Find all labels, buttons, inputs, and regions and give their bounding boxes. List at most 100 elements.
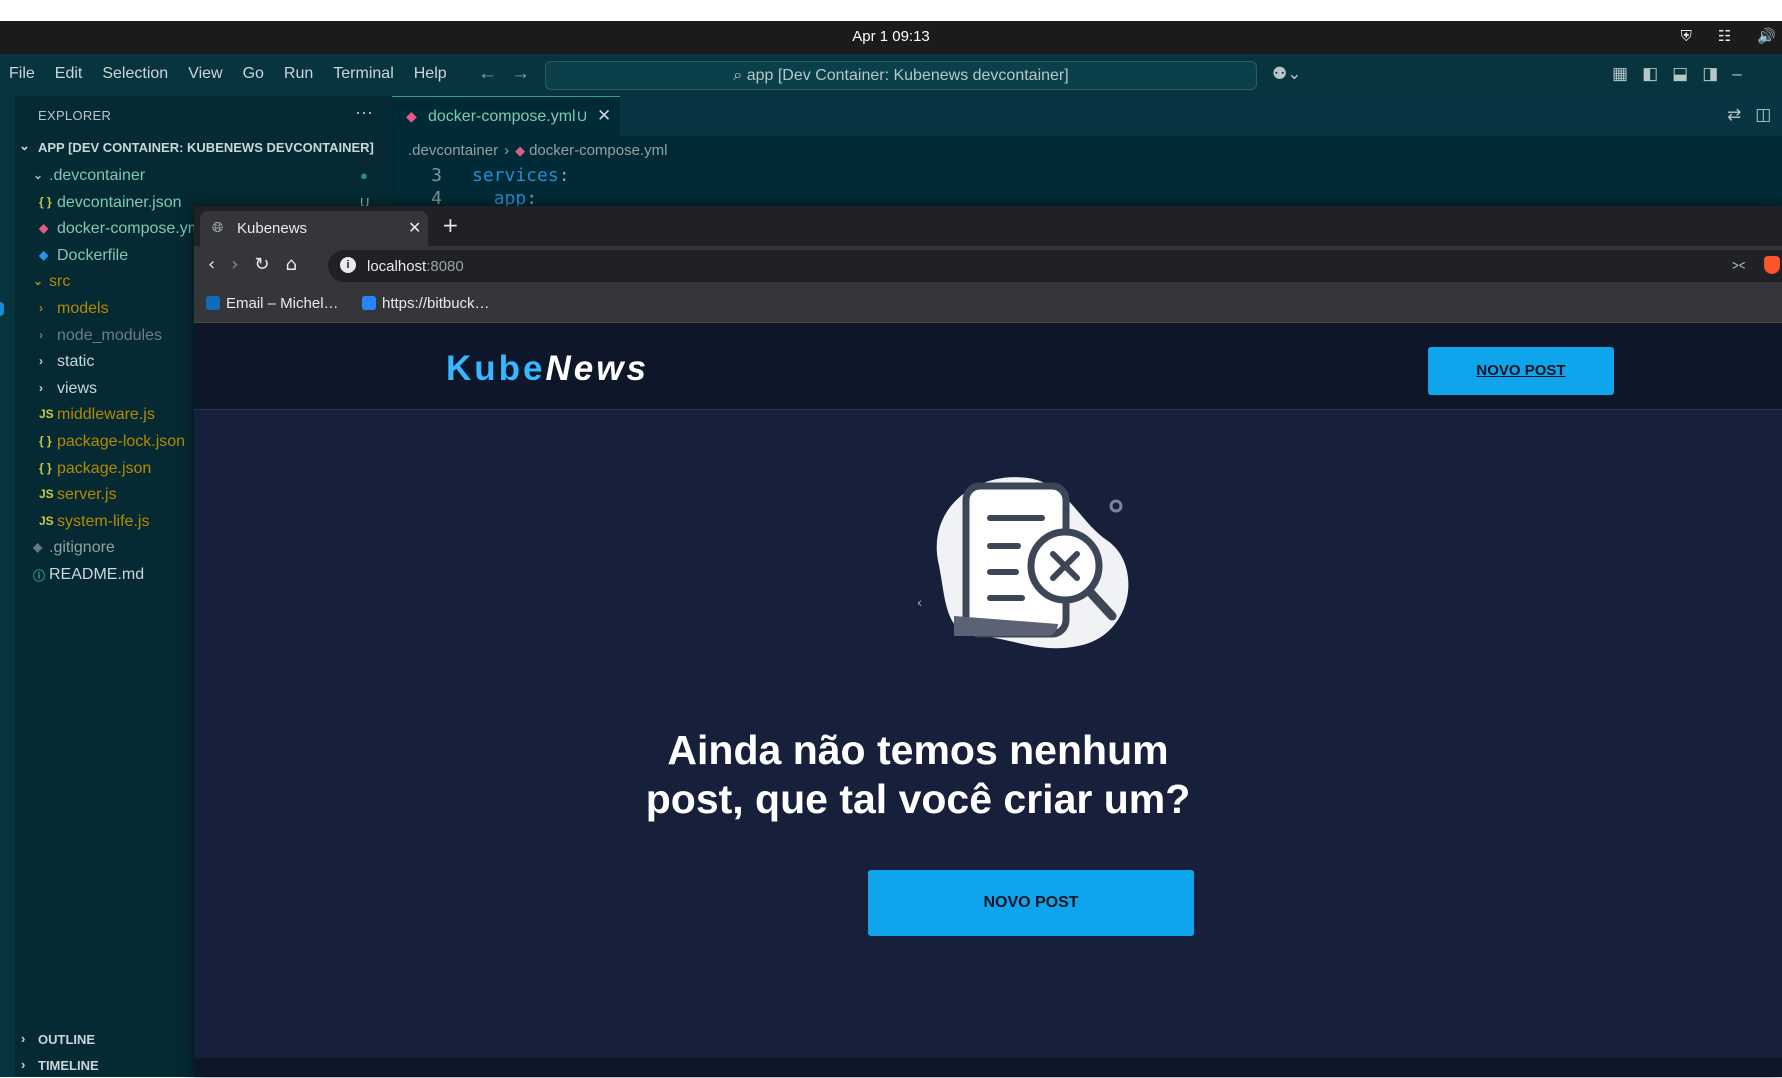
editor-tab-label: docker-compose.yml: [428, 108, 576, 125]
site-logo[interactable]: KubeNews: [446, 349, 649, 389]
reload-icon[interactable]: ↻: [254, 254, 269, 275]
tree-item-label: docker-compose.yml: [57, 220, 205, 238]
address-bar[interactable]: i localhost:8080 ⪥: [328, 250, 1782, 282]
split-editor-icon[interactable]: ◫: [1755, 105, 1771, 125]
search-icon: ⌕: [733, 67, 743, 84]
json-icon: { }: [39, 194, 52, 209]
back-icon[interactable]: ‹: [208, 254, 215, 275]
site-navbar: KubeNews NOVO POST: [194, 323, 1782, 410]
toggle-sidebar-icon[interactable]: ◧: [1642, 64, 1658, 84]
system-clock[interactable]: Apr 1 09:13: [0, 28, 1782, 45]
menu-selection[interactable]: Selection: [102, 65, 168, 83]
breadcrumb: .devcontainer › ◆ docker-compose.yml: [408, 142, 667, 159]
new-tab-button[interactable]: +: [442, 213, 459, 237]
docker-icon: ◆: [39, 221, 49, 236]
minimize-icon[interactable]: –: [1732, 64, 1741, 84]
menu-view[interactable]: View: [188, 65, 222, 83]
menu-edit[interactable]: Edit: [55, 65, 83, 83]
info-icon: ⓘ: [33, 569, 46, 583]
workspace-root[interactable]: ⌄ APP [DEV CONTAINER: KUBENEWS DEVCONTAI…: [15, 136, 392, 160]
tree-item-label: views: [57, 379, 98, 397]
toggle-panel-icon[interactable]: ⬓: [1672, 64, 1688, 84]
chevron-right-icon: ›: [504, 142, 510, 159]
bookmarks-bar: Email – Michel… https://bitbuck…: [194, 286, 1782, 323]
tree-item-label: devcontainer.json: [57, 193, 182, 211]
logo-kube: Kube: [446, 349, 546, 388]
address-text[interactable]: localhost:8080: [367, 258, 464, 275]
activity-indicator: [0, 302, 4, 316]
menu-go[interactable]: Go: [243, 65, 264, 83]
brave-shields-icon[interactable]: [1764, 256, 1780, 274]
explorer-title: EXPLORER: [38, 108, 112, 123]
browser-toolbar: ‹ › ↻ ⌂ i localhost:8080 ⪥: [194, 246, 1782, 286]
more-actions-icon[interactable]: ···: [355, 102, 373, 123]
system-tray[interactable]: ⛨ ☷ 🔊: [1681, 27, 1776, 45]
command-center-label: app [Dev Container: Kubenews devcontaine…: [746, 67, 1069, 84]
shield-icon[interactable]: ⛨: [1681, 27, 1692, 45]
chevron-down-icon: ⌄: [19, 138, 30, 153]
svg-text:x: x: [918, 598, 922, 609]
folder-item[interactable]: ⌄ .devcontainer ●: [15, 164, 392, 188]
js-icon: JS: [39, 487, 54, 502]
command-center[interactable]: ⌕ app [Dev Container: Kubenews devcontai…: [545, 61, 1257, 90]
menu-run[interactable]: Run: [284, 65, 313, 83]
layout-controls: ▦ ◧ ⬓ ◨ –: [1612, 64, 1742, 84]
address-port: :8080: [426, 258, 464, 275]
tree-item-label: node_modules: [57, 326, 162, 344]
menu-file[interactable]: File: [9, 65, 35, 83]
back-arrow-icon[interactable]: ←: [478, 63, 497, 85]
docker-icon: ◆: [515, 143, 526, 158]
tree-item-label: Dockerfile: [57, 246, 129, 264]
editor-actions: ⇄ ◫: [1727, 105, 1771, 125]
kubenews-page: KubeNews NOVO POST x Ainda não temos nen…: [194, 323, 1782, 1077]
js-icon: JS: [39, 407, 54, 422]
close-icon[interactable]: ✕: [408, 218, 421, 238]
empty-state-line-2: post, que tal você criar um?: [645, 776, 1191, 822]
menu-help[interactable]: Help: [414, 65, 447, 83]
docker-icon: ◆: [406, 108, 417, 124]
tree-item-label: src: [49, 273, 71, 291]
novo-post-cta-button[interactable]: NOVO POST: [868, 870, 1194, 936]
novo-post-nav-button[interactable]: NOVO POST: [1428, 347, 1614, 395]
vscode-title-bar: File Edit Selection View Go Run Terminal…: [0, 54, 1782, 96]
breadcrumb-file[interactable]: docker-compose.yml: [529, 142, 667, 159]
close-icon[interactable]: ✕: [597, 106, 611, 126]
outline-label: OUTLINE: [38, 1032, 96, 1047]
chevron-right-icon: ›: [39, 327, 43, 342]
site-info-icon[interactable]: i: [340, 257, 356, 273]
menu-terminal[interactable]: Terminal: [333, 65, 393, 83]
tree-item-label: package.json: [57, 459, 152, 477]
home-icon[interactable]: ⌂: [286, 254, 297, 275]
chevron-right-icon: ›: [39, 301, 43, 315]
logo-news: News: [545, 349, 649, 388]
open-changes-icon[interactable]: ⇄: [1727, 105, 1741, 125]
tree-item-label: package-lock.json: [57, 433, 186, 450]
volume-icon[interactable]: 🔊: [1757, 27, 1776, 45]
tree-item-label: README.md: [49, 566, 145, 583]
editor-tab-docker-compose[interactable]: ◆ docker-compose.yml U ✕: [392, 96, 620, 137]
chevron-right-icon: ›: [39, 354, 43, 369]
tree-item-label: static: [57, 353, 95, 371]
tree-item-label: server.js: [57, 486, 117, 504]
breadcrumb-folder[interactable]: .devcontainer: [408, 142, 498, 159]
browser-tab-kubenews[interactable]: 🌐︎ Kubenews ✕: [200, 211, 428, 246]
chevron-right-icon: ›: [21, 1057, 26, 1072]
forward-arrow-icon[interactable]: →: [511, 63, 530, 85]
network-icon[interactable]: ☷: [1718, 27, 1731, 45]
copilot-icon[interactable]: ⚉⌄: [1272, 64, 1301, 84]
bookmark-email[interactable]: Email – Michel…: [206, 295, 339, 312]
toggle-secondary-sidebar-icon[interactable]: ◨: [1702, 64, 1718, 84]
customize-layout-icon[interactable]: ▦: [1612, 64, 1628, 84]
forward-icon[interactable]: ›: [231, 254, 238, 275]
code-view[interactable]: 3 services: 4 app:: [392, 164, 569, 210]
empty-state-line-1: Ainda não temos nenhum: [667, 727, 1169, 773]
bookmark-bitbucket[interactable]: https://bitbuck…: [362, 295, 490, 312]
code-line: 3 services:: [392, 164, 569, 187]
untracked-badge: U: [577, 108, 588, 124]
share-icon[interactable]: ⪥: [1732, 256, 1745, 273]
no-posts-illustration: x: [918, 477, 1129, 649]
js-icon: JS: [39, 513, 54, 528]
json-icon: { }: [39, 460, 52, 475]
globe-icon: 🌐︎: [212, 219, 224, 235]
vscode-menu: File Edit Selection View Go Run Terminal…: [9, 65, 447, 83]
